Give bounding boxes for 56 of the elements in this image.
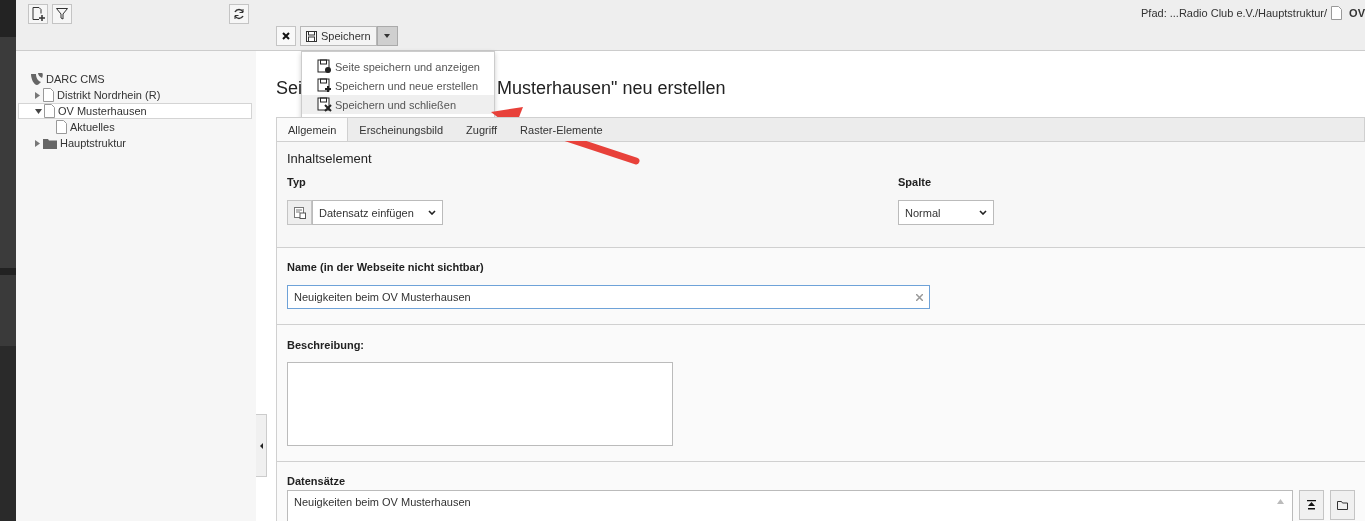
page-icon [1331,6,1343,20]
field-label: Beschreibung: [287,339,365,351]
filter-icon[interactable] [52,4,72,24]
save-icon [306,30,317,42]
content-type-icon [287,200,312,225]
chevron-down-icon[interactable] [979,210,987,215]
clear-icon[interactable] [916,293,923,301]
collapse-handle[interactable] [256,414,267,477]
expand-icon[interactable] [35,139,40,147]
tree-row[interactable]: Hauptstruktur [18,135,252,151]
tab[interactable]: Erscheinungsbild [348,118,456,141]
cms-logo-icon [30,73,43,85]
page-icon [56,120,67,134]
name-input[interactable]: Neuigkeiten beim OV Musterhausen [287,285,930,309]
dropdown-toggle[interactable] [376,26,398,46]
folder-button[interactable] [1330,490,1355,520]
move-top-button[interactable] [1299,490,1324,520]
close-icon[interactable] [282,32,290,40]
breadcrumb-path: Pfad: ...Radio Club e.V./Hauptstruktur/ [1141,7,1328,19]
menu-item[interactable]: Speichern und neue erstellen [302,76,494,95]
field-label: Typ [287,176,307,188]
caret-icon[interactable] [384,34,391,38]
folder-icon[interactable] [1337,500,1348,510]
menu-item[interactable]: Speichern und schließen [302,95,494,114]
tab[interactable]: Allgemein [277,118,349,141]
save-close-icon [317,97,332,112]
save-button[interactable]: Speichern [300,26,377,46]
chevron-down-icon[interactable] [428,210,436,215]
field-label: Name (in der Webseite nicht sichtbar) [287,261,485,273]
save-new-icon [317,78,332,93]
expand-icon[interactable] [35,91,40,99]
collapse-icon[interactable] [35,108,42,114]
tab[interactable]: Raster-Elemente [509,118,615,141]
record-item[interactable]: Neuigkeiten beim OV Musterhausen [294,496,1286,508]
type-select[interactable]: Datensatz einfügen [312,200,443,225]
new-page-icon[interactable] [28,4,48,24]
save-view-icon [317,59,332,74]
section-heading: Inhaltselement [287,151,373,166]
move-to-top-icon[interactable] [1307,500,1316,510]
refresh-icon[interactable] [229,4,249,24]
close-button[interactable] [276,26,296,46]
tree-root-label[interactable]: DARC CMS [46,73,105,85]
page-icon [44,104,55,118]
column-select[interactable]: Normal [898,200,994,225]
breadcrumb-current: OV [1349,7,1365,19]
menu-item[interactable]: Seite speichern und anzeigen [302,57,494,76]
field-label: Spalte [898,176,932,188]
field-label: Datensätze [287,475,347,487]
folder-icon [43,137,57,149]
page-title: Sei [276,77,302,99]
page-icon [43,88,54,102]
tree-row[interactable]: Aktuelles [18,119,252,135]
tab[interactable]: Zugriff [455,118,510,141]
records-list[interactable]: Neuigkeiten beim OV Musterhausen [287,490,1293,521]
page-title: Musterhausen" neu erstellen [497,77,726,99]
tree-row[interactable]: Distrikt Nordrhein (R) [18,87,252,103]
